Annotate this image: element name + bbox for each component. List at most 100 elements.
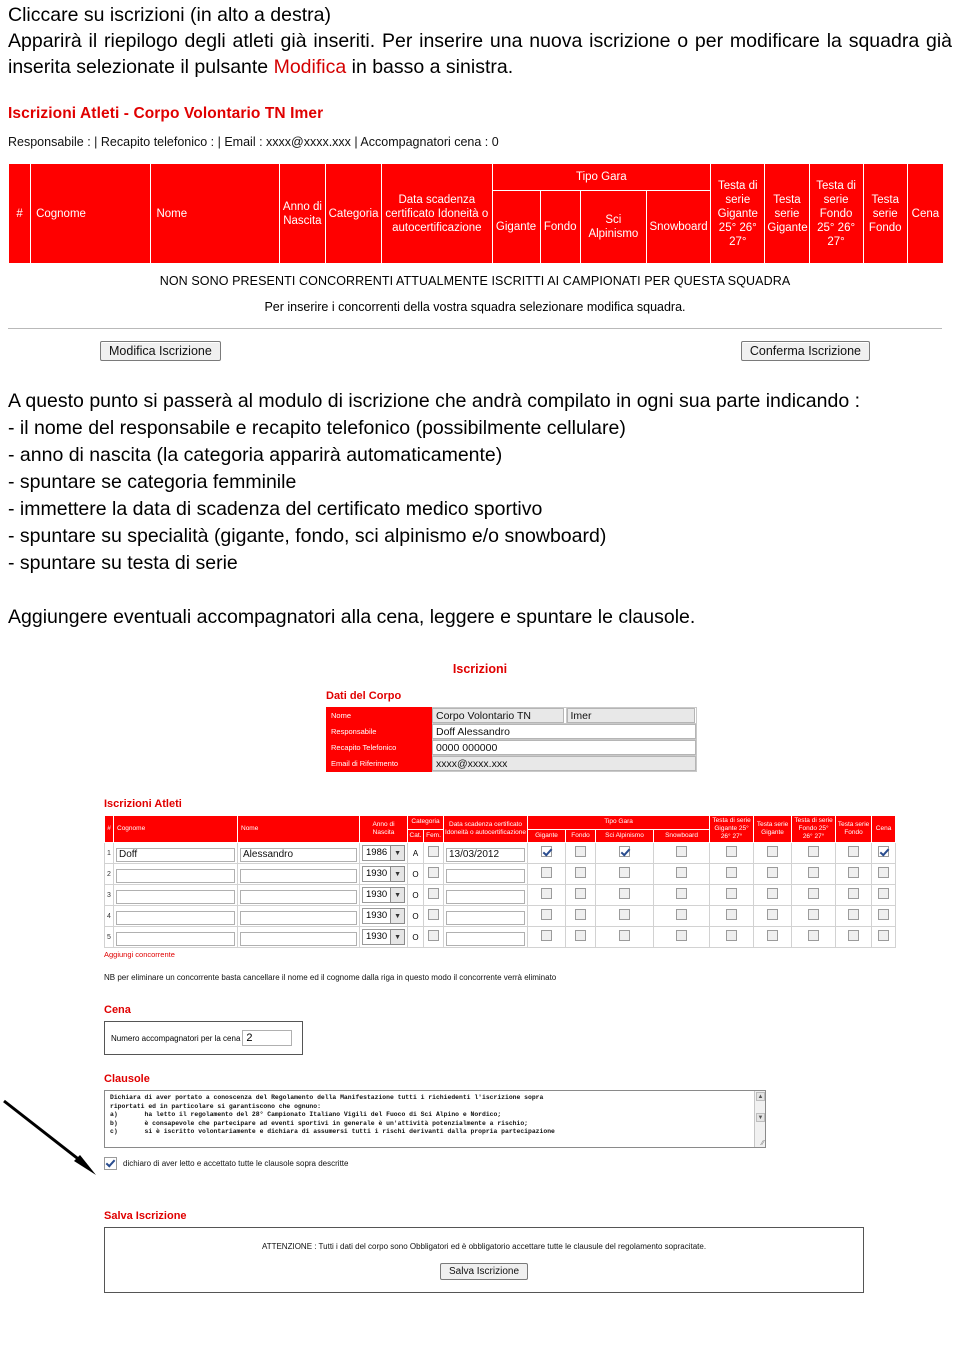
nome-input[interactable] bbox=[240, 931, 357, 946]
tsf-checkbox[interactable] bbox=[848, 930, 860, 941]
salva-iscrizione-section: Salva Iscrizione ATTENZIONE : Tutti i da… bbox=[104, 1210, 960, 1293]
cena-checkbox[interactable] bbox=[878, 909, 890, 920]
dati-corpo-title: Dati del Corpo bbox=[326, 690, 402, 702]
data-scadenza-input[interactable] bbox=[446, 931, 525, 946]
sci-alpinismo-checkbox[interactable] bbox=[619, 909, 630, 920]
nome-input[interactable] bbox=[240, 889, 357, 904]
femminile-checkbox[interactable] bbox=[428, 888, 439, 899]
tsf-checkbox[interactable] bbox=[848, 888, 860, 899]
sci-alpinismo-checkbox[interactable] bbox=[619, 846, 630, 857]
scroll-up-icon[interactable]: ▲ bbox=[756, 1092, 765, 1101]
gigante-checkbox[interactable] bbox=[541, 888, 552, 899]
chevron-down-icon[interactable]: ▼ bbox=[390, 908, 405, 924]
snowboard-checkbox[interactable] bbox=[676, 888, 688, 899]
tsg-anni-checkbox[interactable] bbox=[726, 909, 738, 920]
scroll-down-icon[interactable]: ▼ bbox=[756, 1113, 765, 1122]
fondo-checkbox[interactable] bbox=[575, 846, 586, 857]
accept-clausole-row[interactable]: dichiaro di aver letto e accettato tutte… bbox=[104, 1157, 960, 1170]
cena-checkbox[interactable] bbox=[878, 846, 890, 857]
sci-alpinismo-checkbox[interactable] bbox=[619, 867, 630, 878]
conferma-iscrizione-button[interactable]: Conferma Iscrizione bbox=[740, 341, 870, 361]
cell-fondo bbox=[565, 926, 596, 948]
cell-tsg-anni bbox=[709, 926, 755, 948]
cognome-input[interactable] bbox=[116, 889, 235, 904]
snowboard-checkbox[interactable] bbox=[676, 930, 688, 941]
chevron-down-icon[interactable]: ▼ bbox=[390, 866, 405, 882]
tsg-anni-checkbox[interactable] bbox=[726, 846, 738, 857]
data-scadenza-input[interactable] bbox=[446, 889, 525, 904]
salva-iscrizione-button[interactable]: Salva Iscrizione bbox=[439, 1263, 529, 1280]
responsabile-input[interactable] bbox=[432, 724, 696, 739]
tsg-anni-checkbox[interactable] bbox=[726, 930, 738, 941]
iscrizioni-atleti-table: # Cognome Nome Anno di Nascita Categoria… bbox=[104, 815, 897, 948]
chevron-down-icon[interactable]: ▼ bbox=[390, 887, 405, 903]
recapito-telefonico-input[interactable] bbox=[432, 740, 696, 755]
anno-nascita-select[interactable]: 1930 ▼ bbox=[362, 866, 405, 882]
cognome-input[interactable] bbox=[116, 868, 235, 883]
dati-corpo-section: Dati del Corpo Nome Responsabile bbox=[326, 690, 960, 772]
nome-localita-input[interactable] bbox=[566, 708, 695, 723]
cena-checkbox[interactable] bbox=[878, 867, 890, 878]
tsg-checkbox[interactable] bbox=[767, 909, 779, 920]
femminile-checkbox[interactable] bbox=[428, 846, 439, 857]
data-scadenza-input[interactable] bbox=[446, 868, 525, 883]
fondo-checkbox[interactable] bbox=[575, 909, 586, 920]
tsf-anni-checkbox[interactable] bbox=[808, 930, 820, 941]
femminile-checkbox[interactable] bbox=[428, 930, 439, 941]
tsg-checkbox[interactable] bbox=[767, 867, 779, 878]
tsf-anni-checkbox[interactable] bbox=[808, 867, 820, 878]
data-scadenza-input[interactable] bbox=[446, 847, 525, 862]
clausole-scrollbar[interactable]: ▲ ▼ bbox=[754, 1091, 765, 1147]
tsf-anni-checkbox[interactable] bbox=[808, 888, 820, 899]
cena-checkbox[interactable] bbox=[878, 888, 890, 899]
sci-alpinismo-checkbox[interactable] bbox=[619, 930, 630, 941]
gigante-checkbox[interactable] bbox=[541, 846, 552, 857]
tsg-checkbox[interactable] bbox=[767, 930, 779, 941]
chevron-down-icon[interactable]: ▼ bbox=[390, 845, 405, 861]
snowboard-checkbox[interactable] bbox=[676, 867, 688, 878]
tsf-checkbox[interactable] bbox=[848, 909, 860, 920]
snowboard-checkbox[interactable] bbox=[676, 909, 688, 920]
gigante-checkbox[interactable] bbox=[541, 909, 552, 920]
gigante-checkbox[interactable] bbox=[541, 930, 552, 941]
nome-corpo-input[interactable] bbox=[432, 708, 564, 723]
anno-nascita-select[interactable]: 1930 ▼ bbox=[362, 887, 405, 903]
tsg-checkbox[interactable] bbox=[767, 846, 779, 857]
anno-nascita-select[interactable]: 1986 ▼ bbox=[362, 845, 405, 861]
sci-alpinismo-checkbox[interactable] bbox=[619, 888, 630, 899]
resize-grip-icon[interactable]: ⁄⁄ bbox=[762, 1140, 764, 1147]
email-riferimento-input[interactable] bbox=[432, 756, 696, 771]
tsf-checkbox[interactable] bbox=[848, 846, 860, 857]
femminile-checkbox[interactable] bbox=[428, 867, 439, 878]
clausole-textarea[interactable]: Dichiara di aver portato a conoscenza de… bbox=[104, 1090, 766, 1148]
cognome-input[interactable] bbox=[116, 931, 235, 946]
chevron-down-icon[interactable]: ▼ bbox=[390, 929, 405, 945]
cognome-input[interactable] bbox=[116, 910, 235, 925]
gigante-checkbox[interactable] bbox=[541, 867, 552, 878]
nome-input[interactable] bbox=[240, 910, 357, 925]
anno-nascita-select[interactable]: 1930 ▼ bbox=[362, 908, 405, 924]
aggiungi-concorrente-link[interactable]: Aggiungi concorrente bbox=[104, 950, 960, 959]
modifica-iscrizione-button[interactable]: Modifica Iscrizione bbox=[100, 341, 221, 361]
cena-checkbox[interactable] bbox=[878, 930, 890, 941]
fondo-checkbox[interactable] bbox=[575, 888, 586, 899]
data-scadenza-input[interactable] bbox=[446, 910, 525, 925]
fondo-checkbox[interactable] bbox=[575, 867, 586, 878]
snowboard-checkbox[interactable] bbox=[676, 846, 688, 857]
cognome-input[interactable] bbox=[116, 847, 235, 862]
tsf-anni-checkbox[interactable] bbox=[808, 909, 820, 920]
tsg-checkbox[interactable] bbox=[767, 888, 779, 899]
screenshot-modulo-iscrizione: Iscrizioni Dati del Corpo Nome Responsab… bbox=[0, 662, 960, 1293]
fondo-checkbox[interactable] bbox=[575, 930, 586, 941]
f-th-anno: Anno di Nascita bbox=[359, 815, 408, 843]
femminile-checkbox[interactable] bbox=[428, 909, 439, 920]
tsg-anni-checkbox[interactable] bbox=[726, 888, 738, 899]
tsf-anni-checkbox[interactable] bbox=[808, 846, 820, 857]
anno-nascita-select[interactable]: 1930 ▼ bbox=[362, 929, 405, 945]
tsg-anni-checkbox[interactable] bbox=[726, 867, 738, 878]
row-number: 2 bbox=[104, 863, 114, 885]
nome-input[interactable] bbox=[240, 847, 357, 862]
nome-input[interactable] bbox=[240, 868, 357, 883]
tsf-checkbox[interactable] bbox=[848, 867, 860, 878]
numero-accompagnatori-input[interactable] bbox=[242, 1030, 293, 1046]
